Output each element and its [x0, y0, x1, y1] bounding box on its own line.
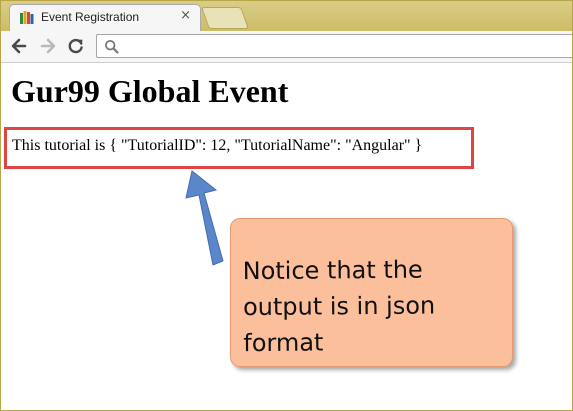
tab-title: Event Registration — [41, 10, 140, 24]
search-icon — [104, 39, 119, 54]
new-tab-button[interactable] — [200, 7, 250, 29]
reload-icon[interactable] — [67, 37, 85, 55]
address-bar[interactable] — [96, 34, 572, 58]
tab-close-icon[interactable]: × — [180, 8, 191, 23]
callout-text: Notice that the output is in json format — [242, 255, 436, 358]
annotation-callout: Notice that the output is in json format — [230, 218, 513, 367]
forward-arrow-icon[interactable] — [39, 37, 57, 55]
bookshelf-icon — [20, 11, 34, 24]
browser-window: Event Registration × Gur99 Global Event … — [0, 0, 573, 411]
back-arrow-icon[interactable] — [10, 37, 28, 55]
toolbar — [1, 31, 572, 63]
tab-event-registration[interactable]: Event Registration × — [9, 4, 201, 31]
tab-strip: Event Registration × — [1, 1, 572, 31]
page-viewport: Gur99 Global Event This tutorial is { "T… — [1, 63, 572, 410]
